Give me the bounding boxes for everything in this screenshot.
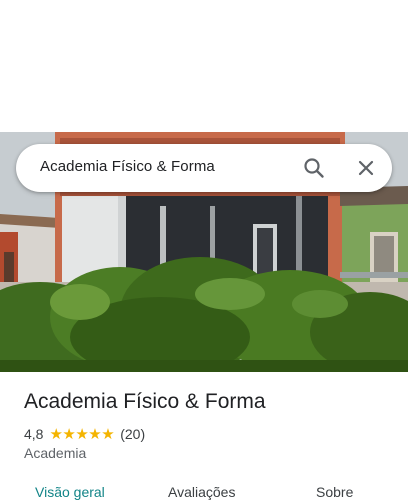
search-icon[interactable] bbox=[300, 154, 328, 182]
place-title: Academia Físico & Forma bbox=[24, 390, 266, 413]
close-icon[interactable] bbox=[352, 154, 380, 182]
rating-row[interactable]: 4,8 ★★★★★ (20) bbox=[24, 425, 145, 443]
search-input[interactable]: Academia Físico & Forma bbox=[40, 158, 215, 175]
tab-overview[interactable]: Visão geral bbox=[35, 484, 105, 500]
search-bar[interactable]: Academia Físico & Forma bbox=[16, 144, 392, 192]
place-category[interactable]: Academia bbox=[24, 445, 86, 461]
rating-value: 4,8 bbox=[24, 426, 44, 442]
tab-about[interactable]: Sobre bbox=[316, 484, 353, 500]
place-panel: Academia Físico & Forma Academia Físico … bbox=[0, 0, 408, 504]
review-count[interactable]: (20) bbox=[120, 426, 145, 442]
map-blank-area bbox=[0, 0, 408, 132]
tab-reviews[interactable]: Avaliações bbox=[168, 484, 235, 500]
star-rating-icon: ★★★★★ bbox=[49, 426, 115, 443]
